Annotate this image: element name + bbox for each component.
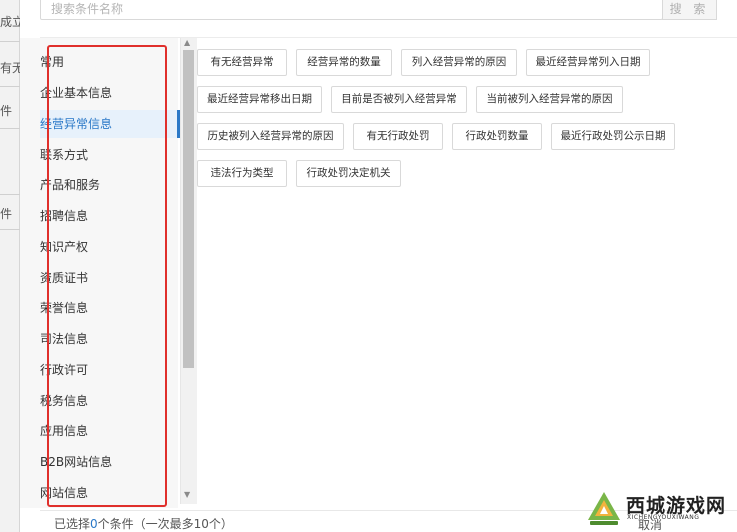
tag-latest-penalty-date[interactable]: 最近行政处罚公示日期 <box>551 123 675 150</box>
tag-penalty-count[interactable]: 行政处罚数量 <box>452 123 542 150</box>
category-item-honors[interactable]: 荣誉信息 <box>40 294 157 322</box>
selected-prefix: 已选择 <box>54 517 91 531</box>
category-item-websites[interactable]: 网站信息 <box>40 479 157 507</box>
background-page: 成立 有无 件 件 <box>0 0 20 532</box>
tag-historical-reason[interactable]: 历史被列入经营异常的原因 <box>197 123 344 150</box>
background-text: 成立 <box>0 15 20 29</box>
category-item-ip[interactable]: 知识产权 <box>40 233 157 261</box>
background-text: 有无 <box>0 61 20 75</box>
background-divider <box>0 86 20 87</box>
tag-violation-type[interactable]: 违法行为类型 <box>197 160 287 187</box>
scrollbar-thumb[interactable] <box>183 50 194 368</box>
search-button[interactable]: 搜 索 <box>662 0 717 20</box>
category-item-b2b[interactable]: B2B网站信息 <box>40 448 157 476</box>
scroll-down-arrow-icon[interactable]: ▼ <box>184 490 190 499</box>
category-item-basic-info[interactable]: 企业基本信息 <box>40 79 157 107</box>
category-item-abnormal-operation[interactable]: 经营异常信息 <box>40 110 178 138</box>
watermark-domain: XICHENGYOUXIWANG <box>627 514 700 521</box>
watermark-logo-icon <box>588 492 620 525</box>
selected-count: 0 <box>90 517 98 531</box>
category-item-common[interactable]: 常用 <box>40 48 157 76</box>
background-text: 件 <box>0 207 13 221</box>
category-item-certificates[interactable]: 资质证书 <box>40 264 157 292</box>
selected-suffix: 个条件（一次最多10个） <box>97 517 233 531</box>
category-item-recruitment[interactable]: 招聘信息 <box>40 202 157 230</box>
selected-count-text: 已选择0个条件（一次最多10个） <box>54 515 233 532</box>
tag-has-penalty[interactable]: 有无行政处罚 <box>353 123 443 150</box>
tag-abnormal-reason[interactable]: 列入经营异常的原因 <box>401 49 517 76</box>
tag-current-reason[interactable]: 当前被列入经营异常的原因 <box>476 86 623 113</box>
background-divider <box>0 229 20 230</box>
tag-penalty-authority[interactable]: 行政处罚决定机关 <box>296 160 401 187</box>
category-list: 常用 企业基本信息 经营异常信息 联系方式 产品和服务 招聘信息 知识产权 资质… <box>20 38 178 508</box>
condition-picker-dialog: 搜 索 常用 企业基本信息 经营异常信息 联系方式 产品和服务 招聘信息 知识产… <box>20 0 737 532</box>
category-item-admin-license[interactable]: 行政许可 <box>40 356 157 384</box>
background-divider <box>0 194 20 195</box>
tag-abnormal-count[interactable]: 经营异常的数量 <box>296 49 392 76</box>
tag-currently-listed[interactable]: 目前是否被列入经营异常 <box>331 86 467 113</box>
tag-latest-listed-date[interactable]: 最近经营异常列入日期 <box>526 49 650 76</box>
category-item-tax[interactable]: 税务信息 <box>40 387 157 415</box>
watermark: 西城游戏网 XICHENGYOUXIWANG <box>586 488 732 532</box>
category-item-products[interactable]: 产品和服务 <box>40 171 157 199</box>
category-item-judicial[interactable]: 司法信息 <box>40 325 157 353</box>
category-item-contact[interactable]: 联系方式 <box>40 141 157 169</box>
scroll-up-arrow-icon[interactable]: ▲ <box>184 38 190 47</box>
category-item-apps[interactable]: 应用信息 <box>40 417 157 445</box>
search-input[interactable] <box>40 0 663 20</box>
background-divider <box>0 41 20 42</box>
tag-has-abnormal[interactable]: 有无经营异常 <box>197 49 287 76</box>
background-divider <box>0 128 20 129</box>
background-text: 件 <box>0 104 13 118</box>
tag-latest-removed-date[interactable]: 最近经营异常移出日期 <box>197 86 322 113</box>
